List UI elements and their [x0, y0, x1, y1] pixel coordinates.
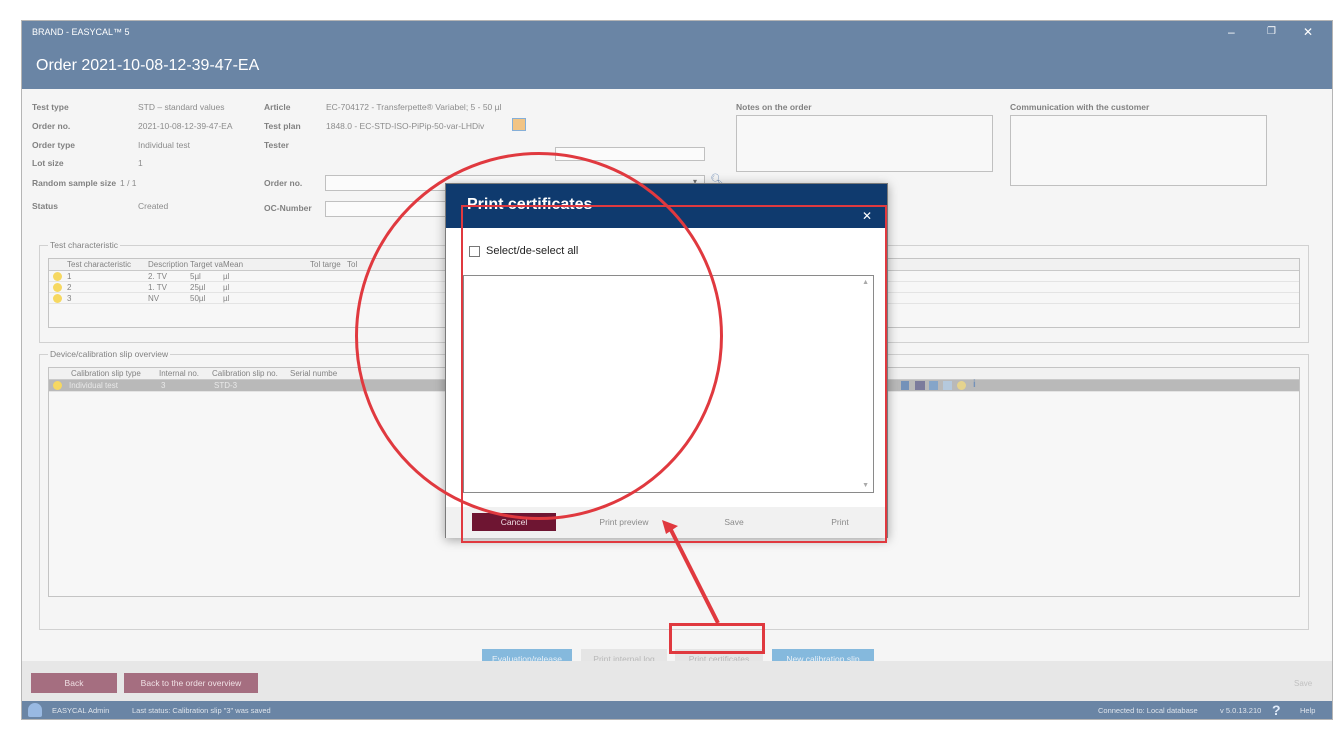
row-mean: µl	[223, 294, 230, 303]
row-slip-no: STD-3	[214, 381, 238, 390]
test-type-value: STD – standard values	[138, 102, 225, 112]
connection-status: Connected to: Local database	[1098, 706, 1198, 715]
order-header: Order 2021-10-08-12-39-47-EA	[22, 45, 1332, 89]
order-type-label: Order type	[32, 140, 75, 150]
test-plan-icon[interactable]	[512, 118, 526, 131]
row-mean: µl	[223, 272, 230, 281]
certificates-list[interactable]: ▲ ▼	[463, 275, 874, 493]
minimize-icon[interactable]: –	[1228, 25, 1235, 39]
order-type-value: Individual test	[138, 140, 190, 150]
restore-icon[interactable]: ❐	[1267, 26, 1276, 37]
print-certificates-dialog: Print certificates ✕ Select/de-select al…	[445, 183, 888, 538]
user-icon	[28, 703, 42, 717]
random-sample-label: Random sample size	[32, 178, 117, 188]
row-mean: µl	[223, 283, 230, 292]
document-icon[interactable]	[901, 381, 909, 390]
close-icon[interactable]: ✕	[862, 209, 872, 223]
copy-icon[interactable]	[943, 381, 952, 390]
smiley-icon	[53, 283, 62, 292]
order-no2-label: Order no.	[264, 178, 303, 188]
col-internal-no[interactable]: Internal no.	[159, 369, 199, 378]
status-icon[interactable]	[957, 381, 966, 390]
last-status: Last status: Calibration slip "3" was sa…	[132, 706, 271, 715]
bottom-bar: Back Back to the order overview Save	[22, 661, 1332, 701]
select-all-checkbox[interactable]	[469, 246, 480, 257]
random-sample-value: 1 / 1	[120, 178, 137, 188]
version: v 5.0.13.210	[1220, 706, 1262, 715]
status-bar: EASYCAL Admin Last status: Calibration s…	[22, 701, 1332, 719]
status-label: Status	[32, 201, 58, 211]
col-serial-number[interactable]: Serial numbe	[290, 369, 337, 378]
info-icon[interactable]: i	[973, 379, 976, 390]
close-icon[interactable]: ✕	[1303, 25, 1313, 39]
test-characteristic-title: Test characteristic	[48, 240, 121, 250]
col-mean[interactable]: Mean	[223, 260, 243, 269]
row-description: 1. TV	[148, 283, 167, 292]
print-preview-button[interactable]: Print preview	[586, 513, 662, 531]
test-type-label: Test type	[32, 102, 69, 112]
order-title: Order 2021-10-08-12-39-47-EA	[36, 57, 260, 74]
col-slip-no[interactable]: Calibration slip no.	[212, 369, 278, 378]
row-internal-no: 3	[161, 381, 166, 390]
col-tol-target[interactable]: Tol targe	[310, 260, 341, 269]
status-value: Created	[138, 201, 169, 211]
order-no-label: Order no.	[32, 121, 71, 131]
order-no-value: 2021-10-08-12-39-47-EA	[138, 121, 233, 131]
back-button[interactable]: Back	[31, 673, 117, 693]
col-slip-type[interactable]: Calibration slip type	[71, 369, 141, 378]
row-target: 25µl	[190, 283, 206, 292]
smiley-icon	[53, 294, 62, 303]
article-value: EC-704172 - Transferpette® Variabel; 5 -…	[326, 102, 502, 112]
row-id: 3	[67, 294, 72, 303]
row-id: 2	[67, 283, 72, 292]
save-button[interactable]: Save	[1294, 679, 1312, 688]
row-slip-type: Individual test	[69, 381, 118, 390]
lot-size-value: 1	[138, 158, 143, 168]
smiley-icon	[53, 381, 62, 390]
user-name[interactable]: EASYCAL Admin	[52, 706, 109, 715]
col-test-characteristic[interactable]: Test characteristic	[67, 260, 131, 269]
lot-size-label: Lot size	[32, 158, 64, 168]
dialog-title: Print certificates	[467, 196, 593, 213]
dialog-save-button[interactable]: Save	[696, 513, 772, 531]
row-target: 50µl	[190, 294, 206, 303]
device-overview-title: Device/calibration slip overview	[48, 349, 171, 359]
row-id: 1	[67, 272, 72, 281]
dialog-header: Print certificates ✕	[446, 184, 887, 228]
edit-icon[interactable]	[929, 381, 938, 390]
col-target-value[interactable]: Target va	[190, 260, 223, 269]
scroll-up-icon[interactable]: ▲	[862, 279, 869, 286]
help-icon[interactable]: ?	[1272, 702, 1288, 718]
row-target: 5µl	[190, 272, 201, 281]
print-icon[interactable]	[915, 381, 925, 390]
back-to-overview-button[interactable]: Back to the order overview	[124, 673, 258, 693]
cancel-button[interactable]: Cancel	[472, 513, 556, 531]
test-plan-value: 1848.0 - EC-STD-ISO-PiPip-50-var-LHDiv	[326, 121, 485, 131]
row-description: NV	[148, 294, 160, 303]
tester-label: Tester	[264, 140, 289, 150]
title-bar: BRAND - EASYCAL™ 5 – ❐ ✕	[22, 21, 1332, 45]
app-title: BRAND - EASYCAL™ 5	[32, 27, 130, 37]
dialog-footer: Cancel Print preview Save Print	[446, 507, 887, 538]
row-actions: i	[901, 379, 1021, 392]
oc-number-label: OC-Number	[264, 203, 312, 213]
notes-label: Notes on the order	[736, 102, 812, 112]
select-all-label: Select/de-select all	[486, 245, 579, 257]
notes-textarea[interactable]	[736, 115, 993, 172]
test-plan-label: Test plan	[264, 121, 301, 131]
col-description[interactable]: Description	[148, 260, 188, 269]
col-tol[interactable]: Tol	[347, 260, 357, 269]
communication-label: Communication with the customer	[1010, 102, 1150, 112]
tester-input[interactable]	[555, 147, 705, 161]
help-link[interactable]: Help	[1300, 706, 1315, 715]
article-label: Article	[264, 102, 291, 112]
scroll-down-icon[interactable]: ▼	[862, 482, 869, 489]
communication-textarea[interactable]	[1010, 115, 1267, 186]
row-description: 2. TV	[148, 272, 167, 281]
smiley-icon	[53, 272, 62, 281]
print-button[interactable]: Print	[802, 513, 878, 531]
